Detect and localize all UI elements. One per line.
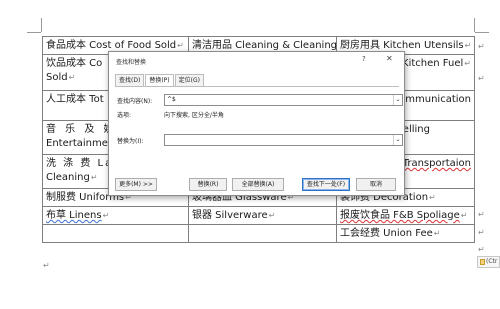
table-cell[interactable]: 银器 Silverware↵ [188, 206, 337, 225]
margin-mark-top-left-h [27, 32, 41, 33]
row-end-mark: ↵ [478, 228, 485, 237]
margin-mark-top-right-h [475, 32, 489, 33]
margin-mark-top-right-v [474, 18, 475, 32]
margin-mark-top-left-v [41, 18, 42, 32]
table-cell[interactable]: 工会经费 Union Fee↵ [336, 224, 475, 243]
tab-find[interactable]: 查找(D) [115, 74, 145, 86]
dialog-tabs: 查找(D) 替换(P) 定位(G) [115, 74, 205, 87]
find-label: 查找内容(N): [117, 98, 153, 105]
row-end-mark: ↵ [478, 74, 485, 83]
find-input-value: ^$ [167, 96, 176, 103]
table-cell[interactable]: 布草 Linens↵ [42, 206, 189, 225]
table-row: 布草 Linens↵ 银器 Silverware↵ 报废饮食品 F&B Spol… [42, 206, 475, 225]
table-row: 工会经费 Union Fee↵ [42, 224, 475, 243]
replace-input[interactable]: ⌄ [164, 134, 403, 146]
paste-options-button[interactable]: (Ctr [477, 256, 500, 268]
chevron-down-icon[interactable]: ⌄ [393, 135, 402, 145]
help-icon[interactable]: ? [362, 55, 366, 63]
replace-all-button[interactable]: 全部替换(A) [232, 178, 284, 191]
find-next-button[interactable]: 查找下一处(F) [302, 178, 350, 191]
find-input[interactable]: ^$ ⌄ [164, 94, 403, 106]
table-cell[interactable] [42, 224, 189, 243]
cancel-button[interactable]: 取消 [356, 178, 396, 191]
dialog-title: 查找和替换 [116, 59, 147, 66]
row-end-mark: ↵ [478, 210, 485, 219]
table-cell[interactable] [188, 224, 337, 243]
more-button[interactable]: 更多(M) >> [115, 178, 157, 191]
paragraph-mark: ↵ [43, 261, 50, 270]
options-label: 选项: [117, 112, 132, 119]
find-replace-dialog: 查找和替换 ? ✕ 查找(D) 替换(P) 定位(G) 查找内容(N): ^$ … [108, 51, 405, 196]
close-icon[interactable]: ✕ [386, 54, 393, 63]
row-end-mark: ↵ [478, 42, 485, 51]
chevron-down-icon[interactable]: ⌄ [393, 95, 402, 105]
clipboard-icon [480, 258, 485, 265]
replace-label: 替换为(I): [117, 138, 144, 145]
replace-button[interactable]: 替换(R) [189, 178, 227, 191]
row-end-mark: ↵ [478, 245, 485, 254]
table-cell[interactable]: 报废饮食品 F&B Spoliage↵ [336, 206, 475, 225]
tab-goto[interactable]: 定位(G) [174, 74, 204, 86]
options-value: 向下搜索, 区分全/半角 [164, 112, 224, 119]
replace-tab-panel: 查找内容(N): ^$ ⌄ 选项: 向下搜索, 区分全/半角 替换为(I): ⌄ [115, 86, 403, 171]
